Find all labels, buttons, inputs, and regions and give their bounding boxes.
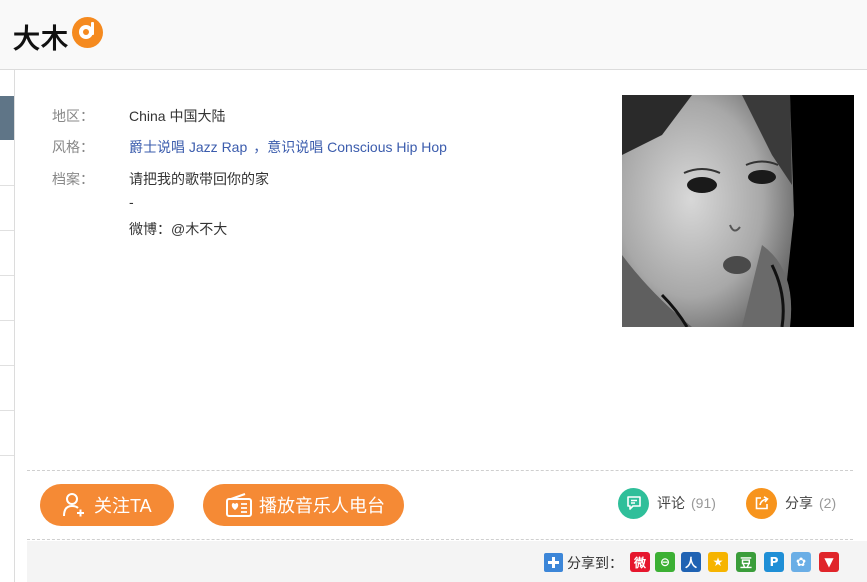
sidebar-divider (0, 455, 14, 456)
genre-link-jazz-rap[interactable]: 爵士说唱 Jazz Rap (129, 139, 247, 155)
artist-name: 大木 (13, 24, 69, 55)
tencent-weibo-icon[interactable]: ✿ (791, 552, 811, 572)
page-header: 大木 (0, 0, 867, 70)
user-plus-icon (63, 493, 84, 517)
sidebar-divider (0, 275, 14, 276)
douban-icon[interactable]: 豆 (736, 552, 756, 572)
play-radio-button-label: 播放音乐人电台 (259, 496, 385, 516)
bio-line: 微博：@木不大 (129, 221, 228, 237)
comment-icon (618, 487, 649, 519)
genre-link-conscious-hip-hop[interactable]: ，意识说唱 Conscious Hip Hop (253, 139, 447, 155)
bio-line: - (129, 194, 134, 210)
music-note-icon (72, 17, 103, 48)
weibo-icon[interactable]: 微 (630, 552, 650, 572)
artist-photo (622, 95, 854, 327)
pengyou-icon[interactable]: P (764, 552, 784, 572)
sidebar-divider (0, 230, 14, 231)
follow-button[interactable]: 关注TA (40, 484, 174, 526)
renren-icon[interactable]: 人 (681, 552, 701, 572)
divider (27, 470, 853, 471)
sidebar-divider (0, 410, 14, 411)
share-to-label: 分享到： (567, 555, 623, 571)
comment-count: (91) (691, 495, 716, 511)
comment-label: 评论 (657, 495, 685, 511)
share-plus-icon (544, 553, 563, 572)
wechat-icon[interactable]: ⊖ (655, 552, 675, 572)
follow-button-label: 关注TA (94, 496, 152, 516)
comment-button[interactable]: 评论 (91) (618, 487, 716, 519)
share-button[interactable]: 分享 (2) (746, 487, 836, 519)
share-icon (746, 487, 777, 519)
sidebar-divider (0, 365, 14, 366)
pocket-icon[interactable]: ▼ (819, 552, 839, 572)
share-label: 分享 (785, 495, 813, 511)
sidebar-active-item[interactable] (0, 96, 14, 140)
artist-photo-image (622, 95, 854, 327)
qzone-icon[interactable]: ★ (708, 552, 728, 572)
sidebar-divider (0, 185, 14, 186)
sidebar (0, 70, 15, 582)
bio-label: 档案： (52, 171, 94, 187)
play-radio-button[interactable]: 播放音乐人电台 (203, 484, 404, 526)
divider (27, 539, 853, 540)
bio-line: 请把我的歌带回你的家 (129, 171, 269, 187)
genre-value: 爵士说唱 Jazz Rap ，意识说唱 Conscious Hip Hop (129, 137, 447, 157)
region-value: China 中国大陆 (129, 108, 226, 124)
radio-icon (226, 493, 252, 517)
genre-label: 风格： (52, 139, 94, 155)
sidebar-divider (0, 320, 14, 321)
share-count: (2) (819, 495, 837, 511)
region-label: 地区： (52, 108, 94, 124)
